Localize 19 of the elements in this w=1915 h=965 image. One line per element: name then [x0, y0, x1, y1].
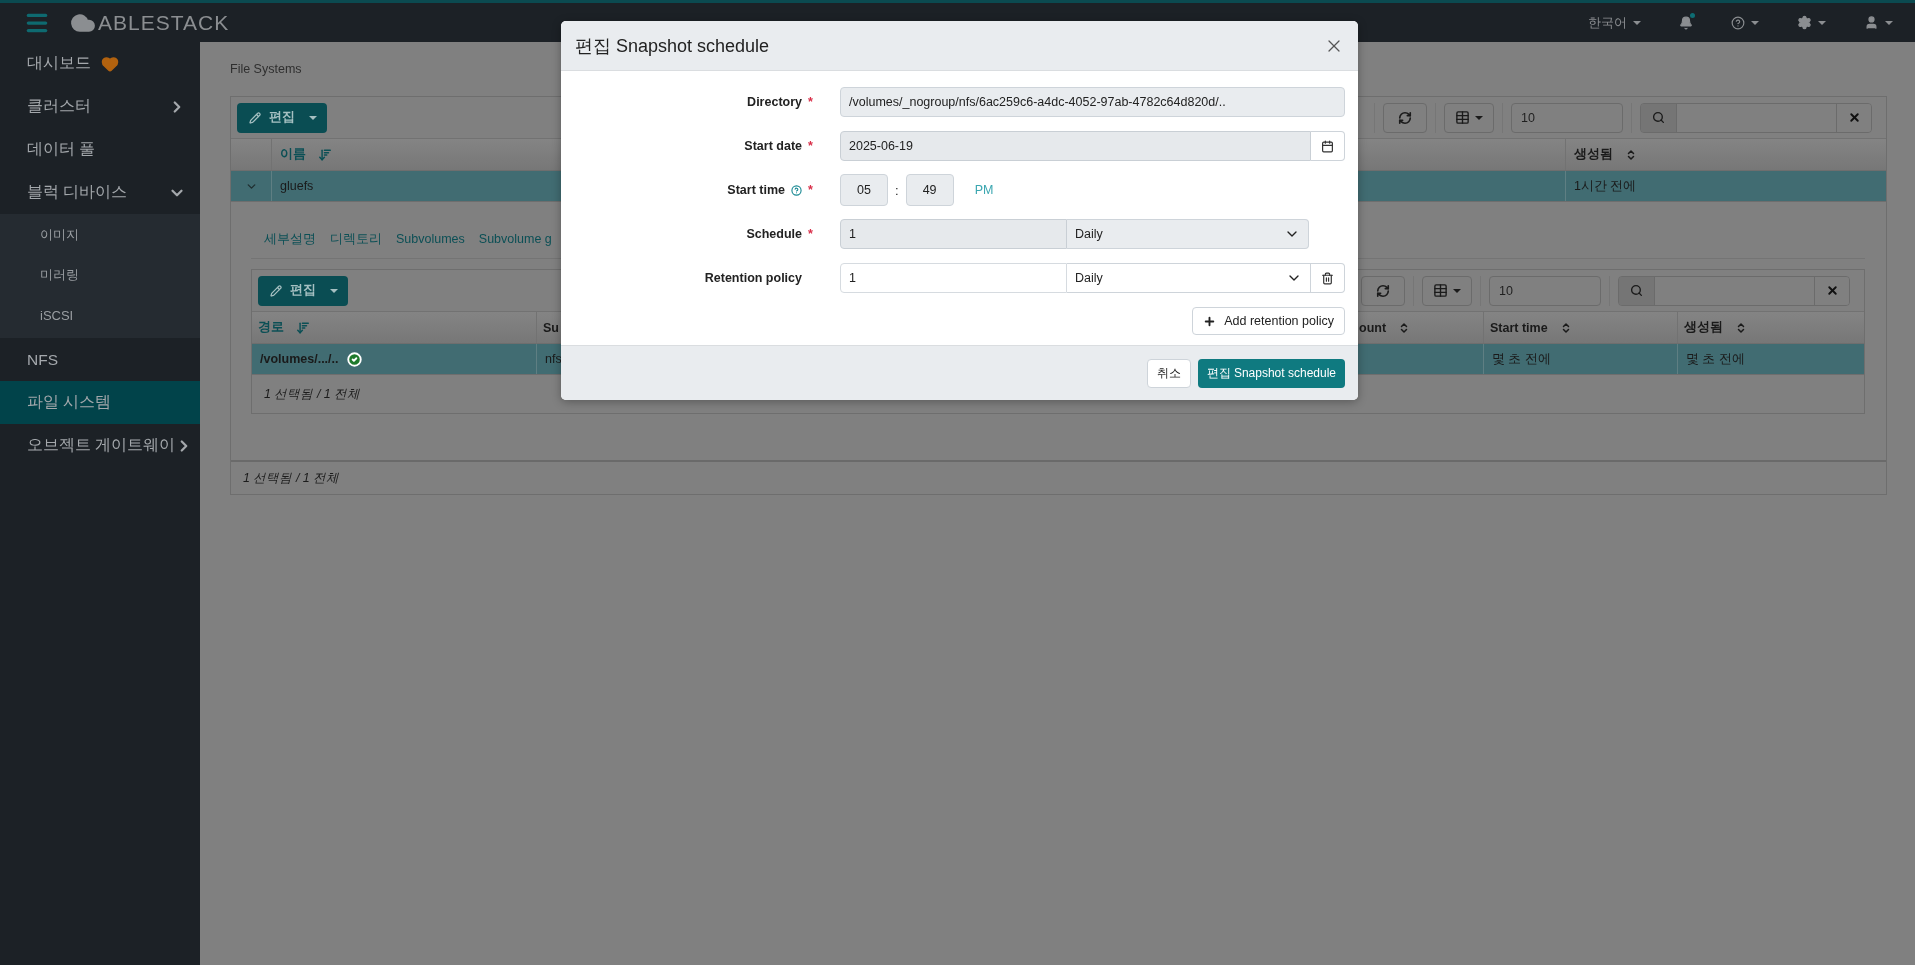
required-mark: * — [808, 183, 814, 197]
path-text: /volumes/.../.. — [260, 352, 339, 366]
field-label: Retention policy — [704, 271, 802, 285]
required-mark: * — [808, 227, 814, 241]
table-cell: 몇 초 전에 — [1484, 344, 1678, 374]
time-separator: : — [895, 182, 899, 198]
dialog-title: 편집 Snapshot schedule — [575, 34, 770, 58]
field-label: Start time — [727, 183, 785, 197]
required-mark: * — [808, 95, 814, 109]
field-label: Directory — [747, 95, 802, 109]
field-label: Schedule — [746, 227, 802, 241]
selection-count: 1 선택됨 / 1 전체 — [242, 469, 341, 487]
breadcrumb: File Systems — [230, 62, 302, 76]
field-label: Start date — [744, 139, 802, 153]
required-mark: * — [808, 139, 814, 153]
brand-logo: ABLESTACK — [70, 9, 230, 36]
table-cell-text: 1시간 전에 — [1573, 177, 1638, 195]
selection-count: 1 선택됨 / 1 전체 — [263, 385, 362, 403]
table-cell-text: 몇 초 전에 — [1685, 350, 1746, 368]
